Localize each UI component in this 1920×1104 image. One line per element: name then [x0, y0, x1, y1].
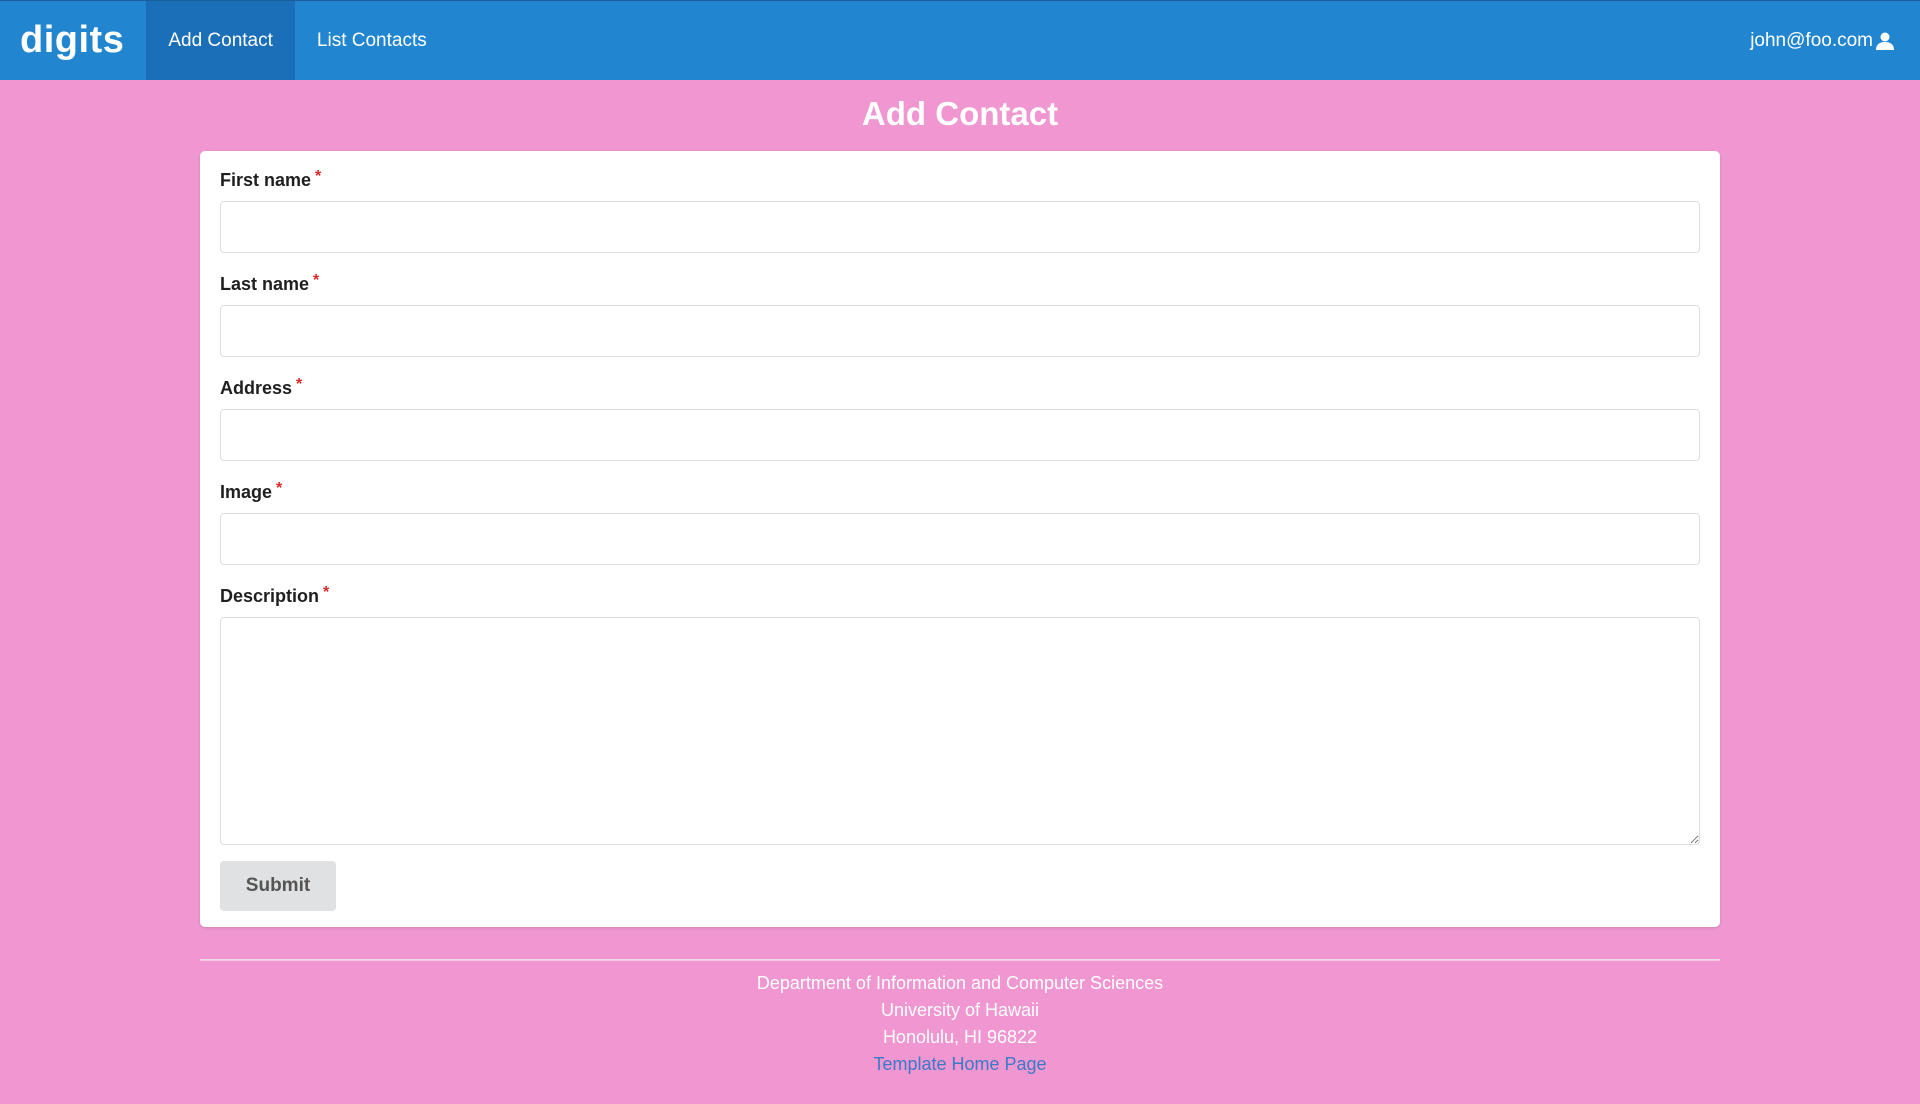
footer-location: Honolulu, HI 96822: [882, 1027, 1038, 1047]
footer-department: Department of Information and Computer S…: [756, 973, 1164, 993]
page-title: Add Contact: [861, 95, 1059, 132]
footer-divider: [200, 959, 1720, 961]
address-label: Address: [220, 378, 293, 398]
address-input[interactable]: [220, 409, 1700, 461]
template-home-link[interactable]: Template Home Page: [873, 1054, 1046, 1074]
last-name-input[interactable]: [220, 305, 1700, 357]
image-label: Image: [220, 482, 273, 502]
top-navbar: digits Add Contact List Contacts john@fo…: [0, 0, 1920, 80]
add-contact-form: First name * Last name * Address * Image * D…: [200, 151, 1720, 927]
description-field: Description *: [220, 584, 1700, 845]
last-name-field: Last name *: [220, 272, 1700, 357]
description-textarea[interactable]: [220, 617, 1700, 845]
user-menu[interactable]: john@foo.com: [1750, 1, 1920, 80]
required-marker: *: [315, 168, 322, 185]
nav-add-contact[interactable]: Add Contact: [146, 1, 295, 80]
footer-university: University of Hawaii: [880, 1000, 1040, 1020]
image-input[interactable]: [220, 513, 1700, 565]
required-marker: *: [276, 480, 283, 497]
nav-list-contacts[interactable]: List Contacts: [295, 1, 449, 80]
brand-logo[interactable]: digits: [0, 1, 146, 80]
image-field: Image *: [220, 480, 1700, 565]
footer: Department of Information and Computer S…: [0, 970, 1920, 1078]
last-name-label: Last name: [220, 274, 310, 294]
first-name-field: First name *: [220, 168, 1700, 253]
required-marker: *: [323, 584, 330, 601]
required-marker: *: [296, 376, 303, 393]
user-email: john@foo.com: [1750, 29, 1873, 51]
first-name-input[interactable]: [220, 201, 1700, 253]
required-marker: *: [313, 272, 320, 289]
description-label: Description: [220, 586, 320, 606]
submit-button[interactable]: Submit: [220, 861, 336, 911]
address-field: Address *: [220, 376, 1700, 461]
first-name-label: First name: [220, 170, 312, 190]
user-icon: [1875, 31, 1895, 51]
